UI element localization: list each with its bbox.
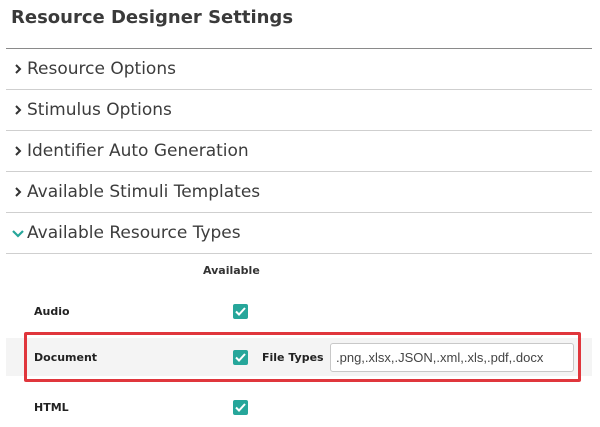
row-label-audio: Audio (34, 304, 70, 318)
settings-accordion: Resource Options Stimulus Options Identi… (6, 48, 592, 254)
page-title: Resource Designer Settings (11, 7, 294, 28)
check-icon (235, 402, 246, 412)
table-row: HTML (6, 388, 592, 426)
chevron-right-icon (11, 144, 25, 158)
accordion-label: Stimulus Options (27, 100, 172, 120)
table-row: Audio (6, 292, 592, 330)
chevron-right-icon (11, 103, 25, 117)
accordion-label: Available Stimuli Templates (27, 182, 261, 202)
audio-available-checkbox[interactable] (233, 303, 248, 319)
chevron-right-icon (11, 185, 25, 199)
available-column-header: Available (203, 264, 260, 277)
accordion-resource-options[interactable]: Resource Options (6, 49, 592, 90)
accordion-label: Resource Options (27, 59, 176, 79)
chevron-right-icon (11, 62, 25, 76)
accordion-available-stimuli-templates[interactable]: Available Stimuli Templates (6, 172, 592, 213)
check-icon (235, 306, 246, 316)
document-row-highlight (24, 332, 581, 382)
accordion-available-resource-types[interactable]: Available Resource Types (6, 213, 592, 254)
chevron-down-icon (11, 226, 25, 240)
accordion-label: Identifier Auto Generation (27, 141, 249, 161)
accordion-stimulus-options[interactable]: Stimulus Options (6, 90, 592, 131)
accordion-identifier-auto-generation[interactable]: Identifier Auto Generation (6, 131, 592, 172)
accordion-label: Available Resource Types (27, 223, 241, 243)
row-label-html: HTML (34, 400, 69, 414)
html-available-checkbox[interactable] (233, 399, 248, 415)
